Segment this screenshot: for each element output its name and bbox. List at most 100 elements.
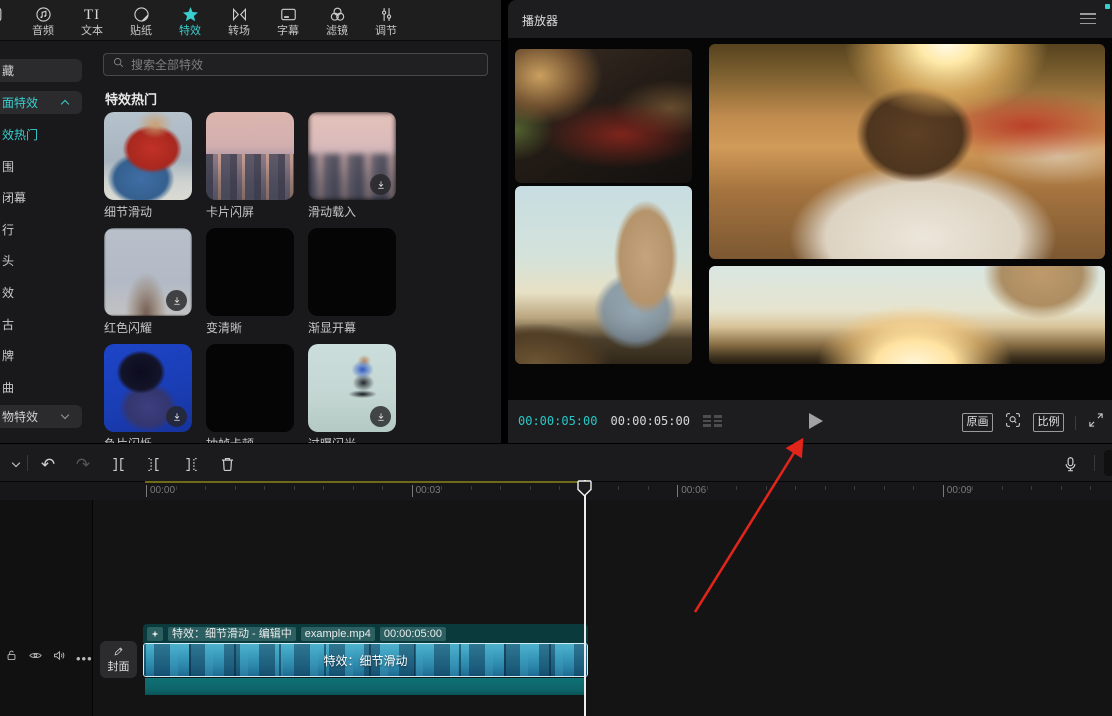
cover-button[interactable]: 封面 bbox=[100, 641, 137, 678]
ruler-time-label: 00:03 bbox=[411, 485, 441, 497]
more-options-icon[interactable]: ••• bbox=[76, 651, 93, 666]
effect-thumbnail bbox=[104, 228, 192, 316]
toolbar-tab-media[interactable]: 体 bbox=[0, 3, 16, 38]
ruler-tick bbox=[972, 486, 974, 490]
playhead-handle[interactable] bbox=[577, 480, 592, 502]
ruler-tick bbox=[205, 486, 207, 490]
toolbar-tab-text[interactable]: TI 文本 bbox=[70, 3, 114, 38]
effect-card[interactable]: 负片闪烁 bbox=[104, 344, 192, 443]
effect-card[interactable]: 卡片闪屏 bbox=[206, 112, 294, 222]
ruler-tick bbox=[1090, 486, 1092, 490]
effect-card[interactable]: 过曝闪光 bbox=[308, 344, 396, 443]
visibility-eye-icon[interactable] bbox=[28, 648, 43, 668]
effect-card[interactable]: 红色闪耀 bbox=[104, 228, 192, 338]
ruler-tick bbox=[854, 486, 856, 490]
focus-zoom-icon[interactable] bbox=[1004, 411, 1022, 434]
toolbar-tab-audio[interactable]: 音频 bbox=[21, 3, 65, 38]
sidebar-category-item[interactable]: 牌 bbox=[2, 349, 14, 363]
delete-icon[interactable] bbox=[215, 452, 239, 476]
sidebar-group-screen-effects[interactable]: 面特效 bbox=[0, 91, 82, 114]
captions-icon bbox=[279, 3, 298, 24]
effect-card[interactable]: 抽帧卡顿 bbox=[206, 344, 294, 443]
ruler-tick bbox=[618, 486, 620, 490]
download-icon[interactable] bbox=[370, 406, 391, 427]
current-time: 00:00:05:00 bbox=[518, 414, 598, 428]
effect-label: 抽帧卡顿 bbox=[206, 436, 294, 443]
sidebar-group-figure-effects[interactable]: 物特效 bbox=[0, 405, 82, 428]
effect-card[interactable]: 细节滑动 bbox=[104, 112, 192, 222]
ruler-tick bbox=[824, 486, 826, 490]
effect-status-badge: 特效：细节滑动 - 编辑中 bbox=[168, 626, 296, 641]
play-button[interactable] bbox=[805, 411, 825, 431]
ruler-tick bbox=[647, 486, 649, 490]
playhead-line[interactable] bbox=[584, 480, 586, 716]
effects-sidebar: 藏 面特效 效热门围闭幕行头效古牌曲 物特效 bbox=[0, 41, 88, 443]
toolbar-tab-effects-star[interactable]: 特效 bbox=[168, 3, 212, 38]
toolbar-tab-label: 字幕 bbox=[277, 24, 299, 37]
sidebar-item-collection[interactable]: 藏 bbox=[0, 59, 82, 82]
effect-card[interactable]: 渐显开幕 bbox=[308, 228, 396, 338]
ruler-tick bbox=[1060, 486, 1062, 490]
effect-card[interactable]: 变清晰 bbox=[206, 228, 294, 338]
divider bbox=[1094, 455, 1095, 471]
effect-label: 渐显开幕 bbox=[308, 321, 357, 335]
thumbnail-art-black bbox=[206, 228, 294, 316]
download-icon[interactable] bbox=[370, 174, 391, 195]
effect-card[interactable]: 滑动载入 bbox=[308, 112, 396, 222]
thumbnail-art-person-red-shirt bbox=[104, 112, 192, 200]
effect-track-bar[interactable] bbox=[145, 678, 585, 695]
trim-left-icon[interactable] bbox=[141, 452, 165, 476]
undo-icon[interactable]: ↶ bbox=[36, 452, 60, 476]
preview-quality-grid-icon[interactable] bbox=[702, 415, 722, 427]
mute-speaker-icon[interactable] bbox=[52, 648, 67, 668]
fullscreen-icon[interactable] bbox=[1087, 411, 1105, 434]
toolbar-tab-transition[interactable]: 转场 bbox=[217, 3, 261, 38]
pencil-icon bbox=[113, 646, 124, 660]
lock-icon[interactable] bbox=[4, 648, 19, 668]
menu-icon[interactable] bbox=[1080, 13, 1096, 27]
toolbar-tab-label: 音频 bbox=[32, 24, 54, 37]
split-icon[interactable] bbox=[106, 452, 130, 476]
original-quality-button[interactable]: 原画 bbox=[962, 413, 993, 432]
record-voice-icon[interactable] bbox=[1058, 452, 1082, 476]
track-options-chevron[interactable] bbox=[4, 452, 28, 476]
effect-sparkle-icon bbox=[147, 626, 163, 641]
effects-search[interactable] bbox=[103, 53, 488, 76]
aspect-ratio-button[interactable]: 比例 bbox=[1033, 413, 1064, 432]
clip-badge-strip: 特效：细节滑动 - 编辑中 example.mp4 00:00:05:00 bbox=[143, 624, 588, 643]
trim-right-icon[interactable] bbox=[179, 452, 203, 476]
redo-icon[interactable]: ↷ bbox=[71, 452, 95, 476]
effect-thumbnail bbox=[206, 112, 294, 200]
ruler-tick bbox=[470, 486, 472, 490]
ruler-tick bbox=[736, 486, 738, 490]
timeline-ruler[interactable]: 00:00 00:03 00:06 00:09 bbox=[0, 482, 1112, 500]
clip-label: 特效：细节滑动 bbox=[323, 653, 408, 668]
sidebar-category-item[interactable]: 古 bbox=[2, 318, 14, 332]
sidebar-category-item[interactable]: 效 bbox=[2, 286, 14, 300]
ruler-tick bbox=[175, 486, 177, 490]
sidebar-category-item[interactable]: 效热门 bbox=[2, 128, 38, 142]
timeline-toolbar: ↶ ↷ bbox=[0, 444, 1112, 482]
collage-tile-top-right bbox=[709, 44, 1105, 259]
ruler-tick bbox=[559, 486, 561, 490]
toolbar-tab-captions[interactable]: 字幕 bbox=[266, 3, 310, 38]
search-input[interactable] bbox=[131, 57, 479, 72]
download-icon[interactable] bbox=[166, 406, 187, 427]
download-icon[interactable] bbox=[166, 290, 187, 311]
video-collage bbox=[515, 44, 1105, 364]
sidebar-category-item[interactable]: 头 bbox=[2, 254, 14, 268]
ruler-time-label: 00:00 bbox=[146, 485, 175, 497]
effect-thumbnail bbox=[104, 112, 192, 200]
effects-grid: 细节滑动 卡片闪屏 滑动载入红色闪耀 变清晰 渐显开幕负片闪烁 抽帧卡顿 过曝闪光 bbox=[104, 112, 396, 443]
transition-icon bbox=[230, 3, 249, 24]
sidebar-category-item[interactable]: 行 bbox=[2, 223, 14, 237]
toolbar-tab-filter[interactable]: 滤镜 bbox=[315, 3, 359, 38]
sidebar-category-item[interactable]: 曲 bbox=[2, 381, 14, 395]
video-clip[interactable]: 特效：细节滑动 bbox=[143, 643, 588, 677]
app-window: 体音频 TI文本贴纸特效转场字幕 滤镜调节 藏 面特效 效热门围闭幕行头效古牌曲 物… bbox=[0, 0, 1112, 716]
sidebar-category-item[interactable]: 闭幕 bbox=[2, 191, 26, 205]
sidebar-category-item[interactable]: 围 bbox=[2, 160, 14, 174]
sidebar-group-label: 物特效 bbox=[2, 410, 39, 424]
toolbar-tab-sticker[interactable]: 贴纸 bbox=[119, 3, 163, 38]
toolbar-tab-adjust[interactable]: 调节 bbox=[364, 3, 408, 38]
